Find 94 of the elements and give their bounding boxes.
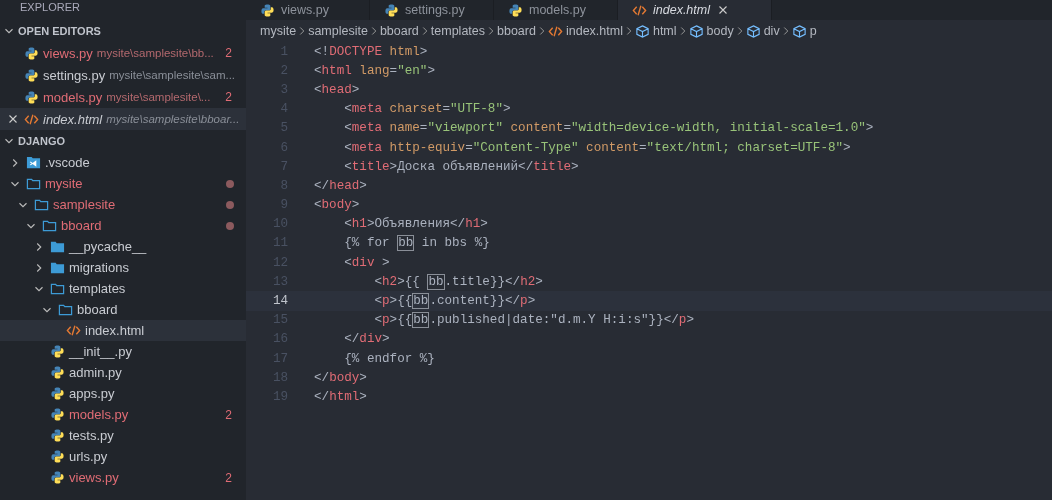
- cube-icon: [791, 23, 807, 39]
- python-file-icon: [50, 386, 65, 401]
- code-line: <h2>{{ bb.title}}</h2>: [373, 274, 543, 289]
- folder-icon: [34, 197, 49, 212]
- tree-item[interactable]: models.py 2: [0, 404, 246, 425]
- chevron-icon: [537, 24, 546, 38]
- line-number: 14: [271, 294, 288, 309]
- chevron-icon: [487, 24, 495, 38]
- breadcrumb[interactable]: bboard: [497, 24, 536, 38]
- breadcrumb[interactable]: samplesite: [308, 24, 368, 38]
- section-header[interactable]: DJANGO: [0, 130, 246, 152]
- code-line: <meta charset="UTF-8">: [343, 102, 511, 117]
- tree-item[interactable]: bboard: [0, 299, 246, 320]
- section-header[interactable]: OPEN EDITORS: [0, 20, 246, 42]
- open-editor-item[interactable]: index.html mysite\samplesite\bboar...: [0, 108, 246, 130]
- code-line: <body>: [314, 198, 360, 213]
- cube-icon: [745, 23, 761, 39]
- folder-icon: [50, 260, 65, 275]
- editor-tab[interactable]: views.py: [246, 0, 370, 20]
- chevron-icon: [369, 24, 378, 38]
- code-line: </head>: [314, 178, 367, 193]
- tree-item[interactable]: tests.py: [0, 425, 246, 446]
- code-line: </body>: [314, 370, 367, 385]
- code-line: </html>: [314, 389, 367, 404]
- chevron-icon: [298, 24, 307, 38]
- python-file-icon: [384, 2, 399, 18]
- tree-item[interactable]: migrations: [0, 257, 246, 278]
- python-file-icon: [50, 365, 65, 380]
- breadcrumb[interactable]: index.html: [547, 23, 623, 39]
- folder-icon: [26, 155, 41, 170]
- breadcrumb[interactable]: div: [745, 23, 780, 39]
- chevron-icon: [420, 24, 429, 38]
- modified-dot: [226, 221, 234, 230]
- code-line: <div >: [343, 255, 390, 270]
- code-file-icon: [66, 323, 81, 338]
- tree-item[interactable]: urls.py: [0, 446, 246, 467]
- breadcrumb[interactable]: html: [634, 23, 677, 39]
- tree-item[interactable]: .vscode: [0, 152, 246, 173]
- python-file-icon: [508, 2, 523, 18]
- tree-item[interactable]: apps.py: [0, 383, 246, 404]
- folder-icon: [58, 302, 73, 317]
- python-file-icon: [50, 428, 65, 443]
- chevron-icon: [781, 24, 790, 38]
- open-editor-item[interactable]: models.py mysite\samplesite\... 2: [0, 86, 246, 108]
- python-file-icon: [24, 67, 39, 83]
- chevron-icon: [735, 24, 744, 38]
- code-line: <!DOCTYPE html>: [314, 44, 428, 59]
- open-editor-item[interactable]: views.py mysite\samplesite\bb... 2: [0, 42, 246, 64]
- code-line: <meta name="viewport" content="width=device-width, initial-scale=1.0">: [343, 121, 874, 136]
- tree-item[interactable]: templates: [0, 278, 246, 299]
- code-line: <p>{{bb.published|date:"d.m.Y H:i:s"}}</p>: [373, 313, 694, 328]
- chevron-icon: [678, 24, 687, 38]
- python-file-icon: [50, 407, 65, 422]
- open-editor-item[interactable]: settings.py mysite\samplesite\sam...: [0, 64, 246, 86]
- code-line: <title>Доска объявлений</title>: [343, 159, 579, 174]
- breadcrumb[interactable]: mysite: [260, 24, 297, 38]
- python-file-icon: [24, 45, 39, 61]
- editor-tab[interactable]: settings.py: [370, 0, 494, 20]
- code-line: </div>: [343, 332, 390, 347]
- tree-item[interactable]: __init__.py: [0, 341, 246, 362]
- tree-item[interactable]: mysite: [0, 173, 246, 194]
- tree-item[interactable]: admin.py: [0, 362, 246, 383]
- python-file-icon: [50, 470, 65, 485]
- breadcrumb[interactable]: p: [791, 23, 817, 39]
- code-line: <p>{{bb.content}}</p>: [373, 294, 536, 309]
- folder-icon: [50, 239, 65, 254]
- tree-item[interactable]: index.html: [0, 320, 246, 341]
- editor-tab[interactable]: index.html: [618, 0, 772, 20]
- code-line: {% for bb in bbs %}: [343, 236, 490, 251]
- cube-icon: [688, 23, 704, 39]
- code-line: <head>: [314, 82, 360, 97]
- breadcrumb[interactable]: bboard: [379, 24, 419, 38]
- code-line: <meta http-equiv="Content-Type" content="text/html; charset=UTF-8">: [343, 140, 851, 155]
- folder-icon: [26, 176, 41, 191]
- modified-dot: [226, 179, 234, 188]
- tree-item[interactable]: samplesite: [0, 194, 246, 215]
- code-line: {% endfor %}: [343, 351, 435, 366]
- tree-item[interactable]: views.py 2: [0, 467, 246, 488]
- tree-item[interactable]: bboard: [0, 215, 246, 236]
- python-file-icon: [50, 449, 65, 464]
- breadcrumb[interactable]: templates: [430, 24, 485, 38]
- python-file-icon: [50, 344, 65, 359]
- modified-dot: [226, 200, 234, 209]
- sidebar-title: EXPLORER: [19, 0, 81, 15]
- python-file-icon: [260, 2, 275, 18]
- code-line: <h1>Объявления</h1>: [343, 217, 488, 232]
- folder-icon: [50, 281, 65, 296]
- python-file-icon: [24, 89, 39, 105]
- code-line: <html lang="en">: [314, 63, 435, 78]
- cube-icon: [634, 23, 650, 39]
- tree-item[interactable]: __pycache__: [0, 236, 246, 257]
- chevron-icon: [624, 24, 633, 38]
- folder-icon: [42, 218, 57, 233]
- breadcrumb[interactable]: body: [688, 23, 734, 39]
